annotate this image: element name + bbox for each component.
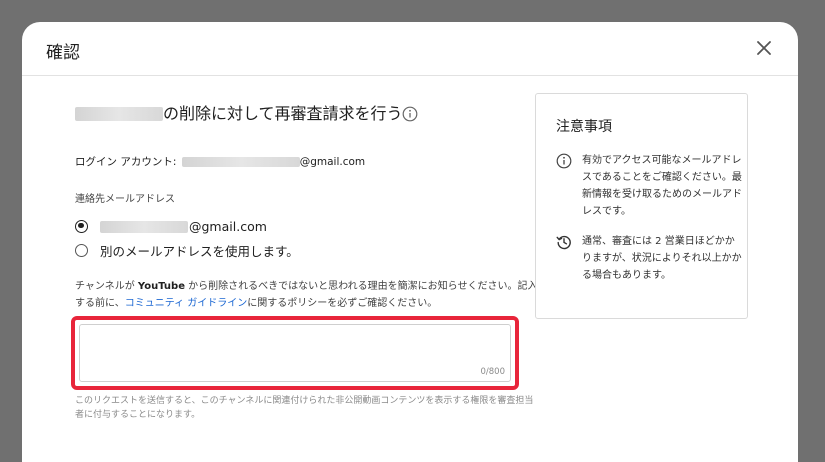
character-counter: 0/800	[480, 367, 506, 377]
redacted-account	[181, 157, 300, 167]
appeal-instructions: チャンネルが YouTube から削除されるべきではないと思われる理由を簡潔にお…	[75, 278, 545, 312]
appeal-form: の削除に対して再審査請求を行う ログイン アカウント: @gmail.com 連…	[71, 100, 537, 420]
email-option-label: @gmail.com	[100, 219, 267, 234]
email-option-account[interactable]: @gmail.com	[75, 216, 267, 236]
contact-email-label: 連絡先メールアドレス	[75, 194, 175, 205]
submission-footnote: このリクエストを送信すると、このチャンネルに関連付けられた非公開動画コンテンツを…	[75, 396, 534, 420]
email-option-other[interactable]: 別のメールアドレスを使用します。	[75, 240, 299, 260]
account-email-suffix: @gmail.com	[299, 156, 366, 168]
account-label: ログイン アカウント:	[75, 156, 177, 168]
radio-button[interactable]	[75, 243, 88, 257]
close-icon	[757, 41, 771, 55]
heading-text: の削除に対して再審査請求を行う	[163, 104, 403, 123]
note-text: 通常、審査には 2 営業日ほどかかりますが、状況によりそれ以上かかる場合もありま…	[582, 236, 742, 281]
redacted-email	[100, 221, 188, 233]
login-account: ログイン アカウント: @gmail.com	[75, 154, 365, 169]
notes-panel: 注意事項 有効でアクセス可能なメールアドレスであることをご確認ください。最新情報…	[535, 93, 748, 319]
radio-button-checked[interactable]	[75, 219, 88, 233]
textarea-highlight: 0/800	[71, 316, 519, 390]
notice-part1: チャンネルが	[75, 281, 138, 292]
form-heading: の削除に対して再審査請求を行う	[75, 100, 525, 128]
notice-brand: YouTube	[137, 281, 185, 292]
redacted-channel-name	[75, 107, 163, 121]
note-text: 有効でアクセス可能なメールアドレスであることをご確認ください。最新情報を受け取る…	[582, 155, 742, 217]
other-email-label: 別のメールアドレスを使用します。	[100, 243, 299, 259]
dialog-title: 確認	[46, 43, 80, 63]
dialog-header: 確認	[22, 22, 798, 76]
notice-part3: に関するポリシーを必ずご確認ください。	[247, 298, 438, 309]
notes-title: 注意事項	[556, 119, 612, 135]
info-icon[interactable]	[402, 106, 418, 122]
email-option-suffix: @gmail.com	[189, 218, 267, 234]
community-guidelines-link[interactable]: コミュニティ ガイドライン	[125, 298, 248, 309]
history-icon	[556, 235, 571, 250]
info-icon	[556, 153, 572, 169]
confirm-dialog: 確認 の削除に対して再審査請求を行う ログイン アカウント: @gmail.co…	[22, 22, 798, 462]
appeal-reason-textarea[interactable]	[79, 324, 511, 382]
close-button[interactable]	[752, 36, 776, 60]
